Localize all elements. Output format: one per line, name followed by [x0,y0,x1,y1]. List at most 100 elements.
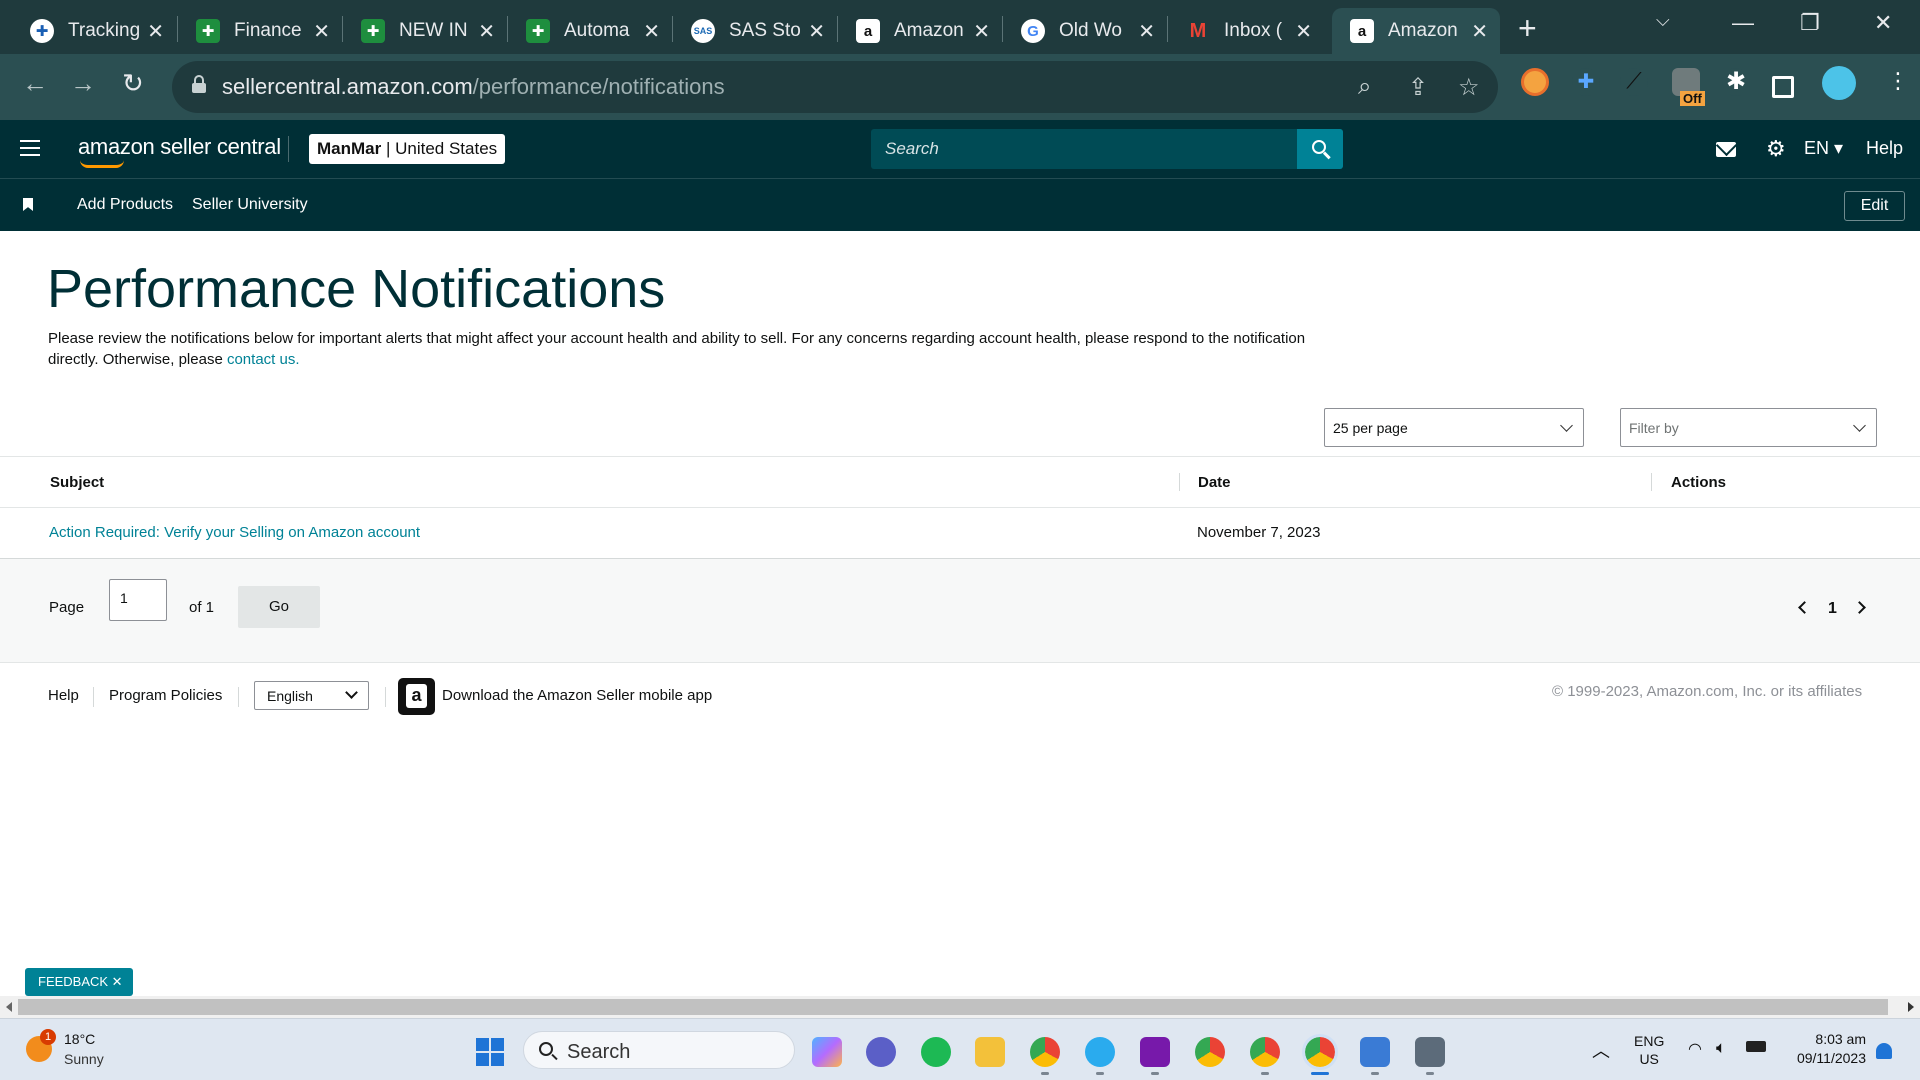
profile-avatar[interactable] [1822,66,1856,100]
notification-subject-link[interactable]: Action Required: Verify your Selling on … [49,524,420,541]
menu-icon[interactable]: ⋮ [1884,68,1912,96]
minimize-icon[interactable]: — [1732,10,1754,36]
hamburger-menu-icon[interactable] [20,140,40,161]
download-app-link[interactable]: Download the Amazon Seller mobile app [442,687,712,704]
per-page-select[interactable]: 25 per page [1324,408,1584,447]
chrome-icon[interactable] [1030,1037,1060,1067]
teams-icon[interactable] [866,1037,896,1067]
file-explorer-icon[interactable] [975,1037,1005,1067]
search-input[interactable]: Search [871,129,1343,169]
share-icon[interactable]: ⇪ [1408,73,1428,102]
seller-university-link[interactable]: Seller University [192,196,308,214]
battery-icon[interactable] [1746,1041,1766,1052]
browser-tab[interactable]: a Amazon ✕ [826,8,1002,54]
extension-icon[interactable] [1521,68,1549,96]
horizontal-scrollbar[interactable] [0,996,1920,1018]
browser-tab[interactable]: G Old Wo ✕ [991,8,1167,54]
bookmark-star-icon[interactable]: ☆ [1458,73,1480,102]
store-selector[interactable]: ManMar | United States [309,134,506,164]
browser-tab[interactable]: ✚ NEW IN ✕ [331,8,507,54]
chrome-icon[interactable] [1250,1037,1280,1067]
weather-desc[interactable]: Sunny [64,1051,104,1067]
tab-search-icon[interactable]: ⌵ [1656,10,1670,31]
google-icon: G [1021,19,1045,43]
language-select[interactable]: English [254,681,369,710]
contact-us-link[interactable]: contact us. [227,351,300,368]
close-icon[interactable]: ✕ [313,19,330,44]
footer-help-link[interactable]: Help [48,687,79,704]
volume-icon[interactable]: 🔈︎ [1716,1038,1726,1058]
extension-plus-icon[interactable]: ✚ [1572,68,1600,96]
scroll-left-icon[interactable] [6,1002,12,1012]
browser-tab[interactable]: ✚ Tracking ✕ [0,8,176,54]
column-date[interactable]: Date [1198,474,1231,491]
notepad-icon[interactable] [1360,1037,1390,1067]
chevron-up-icon[interactable]: ︿ [1592,1037,1610,1063]
go-button[interactable]: Go [238,586,320,628]
column-actions: Actions [1671,474,1727,491]
telegram-icon[interactable] [1085,1037,1115,1067]
language-indicator[interactable]: ENG US [1634,1033,1664,1067]
mail-icon[interactable] [1716,142,1736,157]
weather-temp[interactable]: 18°C [64,1031,95,1047]
back-icon[interactable]: ← [22,68,48,99]
notification-date: November 7, 2023 [1197,524,1321,541]
chevron-right-icon[interactable] [1853,601,1866,614]
close-icon[interactable]: ✕ [973,19,990,44]
browser-tab-active[interactable]: a Amazon ✕ [1332,8,1500,54]
close-icon[interactable]: ✕ [643,19,660,44]
close-icon[interactable]: ✕ [1295,19,1312,44]
restore-icon[interactable]: ❐ [1800,10,1820,36]
scroll-right-icon[interactable] [1908,1002,1914,1012]
amazon-seller-app-icon[interactable] [398,678,435,715]
extension-pen-icon[interactable]: ⟋ [1620,68,1648,96]
close-icon[interactable]: ✕ [1138,19,1155,44]
edit-button[interactable]: Edit [1844,191,1905,221]
browser-tab[interactable]: M Inbox ( ✕ [1156,8,1324,54]
calculator-icon[interactable] [1415,1037,1445,1067]
clock[interactable]: 8:03 am 09/11/2023 [1786,1031,1866,1066]
program-policies-link[interactable]: Program Policies [109,687,222,704]
windows-start-icon[interactable] [476,1038,504,1066]
sidepanel-icon[interactable] [1772,76,1794,98]
close-icon[interactable]: ✕ [147,19,164,44]
current-page-number[interactable]: 1 [1828,600,1837,618]
onenote-icon[interactable] [1140,1037,1170,1067]
intro-text: Please review the notifications below fo… [48,330,1306,368]
new-tab-icon[interactable]: + [1518,10,1537,47]
close-icon[interactable]: ✕ [478,19,495,44]
reload-icon[interactable]: ↻ [122,68,144,99]
chrome-icon[interactable] [1302,1034,1338,1070]
browser-tab[interactable]: ✚ Finance ✕ [166,8,342,54]
bookmark-icon[interactable] [23,198,33,211]
help-link[interactable]: Help [1866,138,1903,159]
page-number-input[interactable]: 1 [109,579,167,621]
close-window-icon[interactable]: ✕ [1874,10,1892,36]
search-button[interactable] [1297,129,1343,169]
wifi-icon[interactable]: ◠ [1688,1039,1702,1059]
puzzle-icon[interactable]: ✱ [1722,68,1750,96]
copilot-icon[interactable] [812,1037,842,1067]
notification-bell-icon[interactable] [1876,1043,1892,1059]
spotify-icon[interactable] [921,1037,951,1067]
zoom-icon[interactable]: ⌕ [1358,73,1371,101]
chrome-icon[interactable] [1195,1037,1225,1067]
close-icon[interactable]: ✕ [1471,19,1488,44]
filter-select[interactable]: Filter by [1620,408,1877,447]
add-products-link[interactable]: Add Products [77,196,173,214]
tab-title: Amazon [1388,20,1458,41]
language-selector[interactable]: EN ▾ [1804,138,1843,159]
chevron-left-icon[interactable] [1798,601,1811,614]
column-subject[interactable]: Subject [50,474,104,491]
forward-icon[interactable]: → [70,68,96,99]
close-icon[interactable]: ✕ [808,19,825,44]
amazon-seller-central-logo[interactable]: amazon seller central [78,134,281,168]
scrollbar-thumb[interactable] [18,999,1888,1015]
browser-tab[interactable]: SAS SAS Sto ✕ [661,8,837,54]
taskbar-search-input[interactable]: Search [523,1031,795,1069]
browser-tab[interactable]: ✚ Automa ✕ [496,8,672,54]
tab-title: Finance [234,20,302,41]
feedback-button[interactable]: FEEDBACK ✕ [25,968,133,996]
address-bar[interactable]: sellercentral.amazon.com/performance/not… [172,61,1498,113]
settings-gear-icon[interactable]: ⚙ [1766,136,1786,162]
